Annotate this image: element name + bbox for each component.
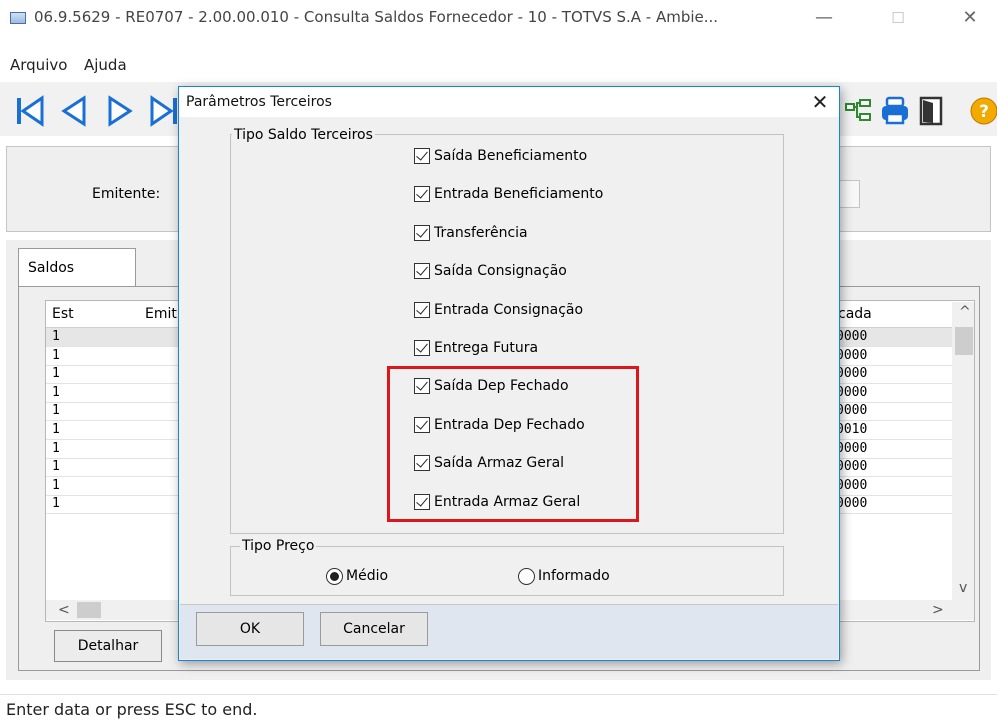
option-checkbox[interactable]: Saída Beneficiamento: [414, 145, 587, 167]
cell-cada: 0000: [836, 347, 868, 363]
cell-cada: 0000: [836, 384, 868, 400]
column-header-est[interactable]: Est: [52, 306, 74, 322]
cell-cada: 0000: [836, 477, 868, 493]
column-header-cada[interactable]: cada: [838, 306, 872, 322]
help-icon[interactable]: ?: [970, 96, 997, 126]
checkbox-checked-icon: [414, 340, 430, 356]
cell-est: 1: [52, 384, 60, 400]
cell-est: 1: [52, 403, 60, 419]
scroll-down-icon[interactable]: v: [959, 580, 967, 596]
menu-arquivo[interactable]: Arquivo: [10, 56, 67, 74]
checkbox-checked-icon: [414, 224, 430, 241]
window-title: 06.9.5629 - RE0707 - 2.00.00.010 - Consu…: [34, 8, 719, 26]
column-header-emit[interactable]: Emit: [145, 306, 177, 322]
dialog-title: Parâmetros Terceiros: [186, 94, 332, 110]
cell-cada: 0000: [836, 496, 868, 512]
cell-cada: 0000: [836, 366, 868, 382]
cell-est: 1: [52, 347, 60, 363]
checkbox-checked-icon: [414, 148, 430, 164]
horizontal-scroll-thumb[interactable]: [77, 602, 101, 618]
cell-cada: 0000: [836, 440, 868, 456]
cell-cada: 0000: [836, 403, 868, 419]
cell-est: 1: [52, 329, 60, 344]
exit-door-icon[interactable]: [918, 96, 946, 126]
radio-medio[interactable]: Médio: [326, 565, 388, 587]
menu-ajuda[interactable]: Ajuda: [84, 56, 127, 74]
radio-medio-indicator: [326, 567, 343, 585]
scroll-up-icon[interactable]: ^: [959, 304, 971, 320]
minimize-button[interactable]: —: [804, 6, 844, 30]
emitente-label: Emitente:: [92, 186, 161, 202]
first-record-icon[interactable]: [14, 94, 46, 128]
radio-medio-label: Médio: [346, 568, 389, 584]
last-record-icon[interactable]: [148, 94, 180, 128]
tipo-saldo-terceiros-label: Tipo Saldo Terceiros: [232, 127, 375, 143]
cell-cada: 0010: [836, 422, 868, 437]
print-icon[interactable]: [880, 96, 908, 126]
tree-icon[interactable]: [844, 96, 872, 126]
radio-informado-indicator: [518, 567, 535, 585]
option-label: Entrega Futura: [434, 340, 539, 356]
option-label: Saída Consignação: [434, 263, 567, 280]
vertical-scroll-thumb[interactable]: [955, 327, 973, 355]
menu-bar: [0, 50, 997, 80]
option-label: Entrada Consignação: [434, 301, 584, 318]
option-checkbox[interactable]: Saída Consignação: [414, 260, 567, 282]
cell-est: 1: [52, 366, 60, 382]
ok-button[interactable]: OK: [196, 612, 304, 646]
tab-saldos-label: Saldos: [28, 260, 75, 276]
cancel-button[interactable]: Cancelar: [320, 612, 428, 646]
radio-informado[interactable]: Informado: [518, 565, 610, 587]
scroll-left-icon[interactable]: <: [58, 602, 70, 618]
option-checkbox[interactable]: Entrega Futura: [414, 337, 538, 359]
radio-informado-label: Informado: [538, 568, 610, 584]
option-checkbox[interactable]: Entrada Consignação: [414, 299, 583, 321]
cell-est: 1: [52, 440, 60, 456]
cell-est: 1: [52, 477, 60, 493]
option-label: Entrada Beneficiamento: [434, 186, 604, 203]
cell-est: 1: [52, 422, 60, 437]
tipo-preco-label: Tipo Preço: [240, 538, 317, 554]
checkbox-checked-icon: [414, 301, 430, 318]
svg-text:?: ?: [979, 102, 989, 122]
previous-record-icon[interactable]: [58, 94, 90, 128]
detalhar-button[interactable]: Detalhar: [54, 630, 162, 662]
highlight-box: [387, 366, 639, 522]
app-window-icon: [10, 12, 26, 24]
close-window-button[interactable]: ✕: [950, 6, 990, 30]
option-label: Saída Beneficiamento: [434, 148, 588, 164]
cell-est: 1: [52, 459, 60, 475]
scroll-right-icon[interactable]: >: [932, 602, 944, 618]
cell-cada: 0000: [836, 459, 868, 475]
status-text: Enter data or press ESC to end.: [6, 700, 258, 719]
next-record-icon[interactable]: [104, 94, 136, 128]
maximize-button[interactable]: ☐: [878, 6, 918, 30]
option-label: Transferência: [434, 224, 528, 241]
option-checkbox[interactable]: Entrada Beneficiamento: [414, 183, 603, 205]
cell-cada: 0000: [836, 329, 868, 344]
cell-est: 1: [52, 496, 60, 512]
dialog-close-icon[interactable]: ✕: [806, 88, 834, 116]
option-checkbox[interactable]: Transferência: [414, 222, 528, 244]
checkbox-checked-icon: [414, 186, 430, 203]
checkbox-checked-icon: [414, 263, 430, 280]
